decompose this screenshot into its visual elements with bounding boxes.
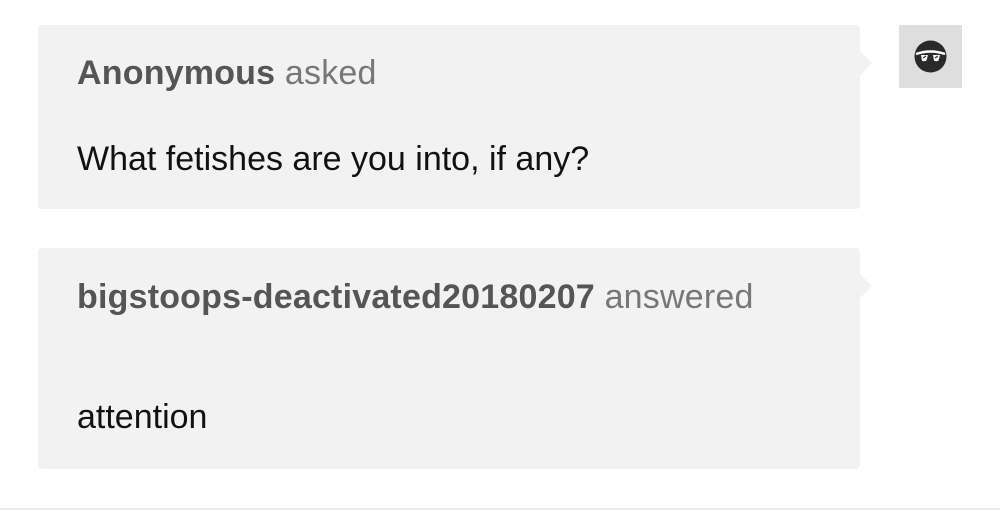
divider	[0, 508, 1000, 510]
answer-bubble: bigstoops-deactivated20180207 answered a…	[38, 248, 872, 469]
answered-label: answered	[604, 278, 754, 316]
question-bubble: Anonymous asked What fetishes are you in…	[38, 25, 872, 209]
sunglasses-avatar-icon	[914, 40, 947, 73]
question-text: What fetishes are you into, if any?	[77, 140, 590, 178]
avatar[interactable]	[899, 25, 962, 88]
answer-text: attention	[77, 398, 208, 436]
question-header: Anonymous asked	[77, 54, 377, 93]
answerer-name[interactable]: bigstoops-deactivated20180207	[77, 278, 595, 316]
asker-name: Anonymous	[77, 54, 276, 92]
answer-header: bigstoops-deactivated20180207 answered	[77, 278, 754, 317]
asked-label: asked	[284, 54, 377, 92]
